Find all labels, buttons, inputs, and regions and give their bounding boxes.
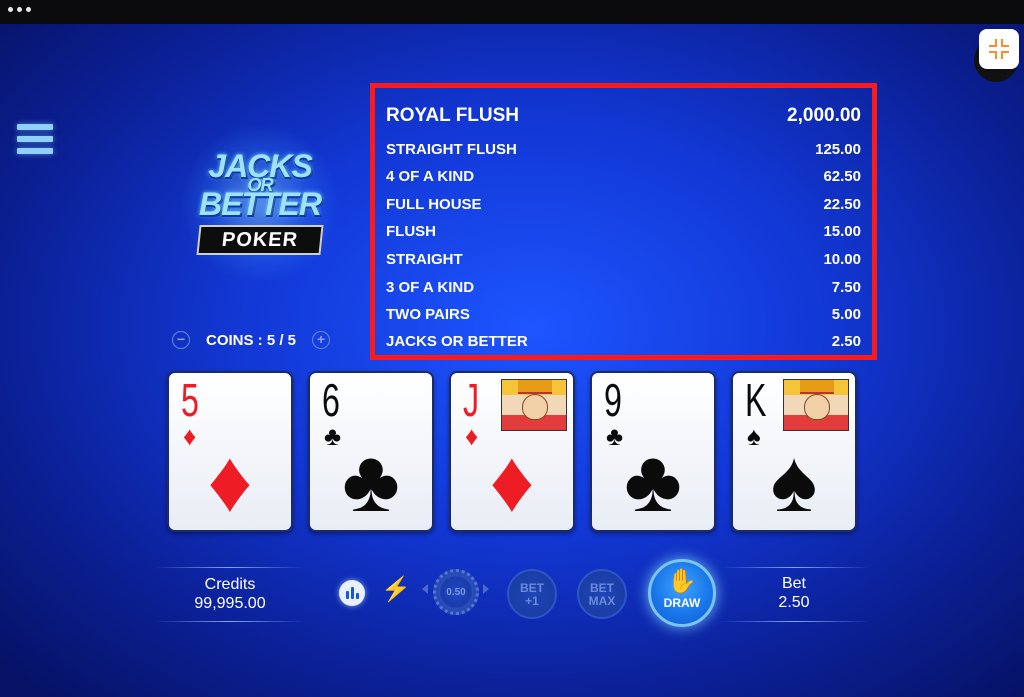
bet-max-button[interactable]: BET MAX	[577, 569, 627, 619]
three-dots-icon[interactable]	[8, 7, 31, 12]
draw-button[interactable]: ✋ DRAW	[648, 559, 716, 627]
coins-label: COINS : 5 / 5	[206, 331, 297, 349]
paytable-hand: FLUSH	[386, 222, 436, 240]
coin-value-chip[interactable]: 0.50	[433, 569, 479, 615]
paytable-payout: 5.00	[831, 305, 861, 323]
card-rank: 6	[322, 374, 340, 426]
card-rank: 5	[181, 374, 199, 426]
card-5[interactable]: K ♠ ♠	[731, 371, 857, 532]
club-icon: ♣	[342, 431, 400, 530]
chip-increase-arrow-icon[interactable]	[483, 584, 489, 594]
bet-plus-one-button[interactable]: BET +1	[507, 569, 557, 619]
paytable-hand: FULL HOUSE	[386, 195, 482, 213]
logo-word-better: BETTER	[199, 186, 322, 222]
hand-icon: ✋	[667, 568, 697, 595]
coins-decrease-button[interactable]: −	[172, 331, 190, 349]
card-rank: J	[463, 374, 480, 426]
divider	[155, 621, 305, 622]
game-stage: 777 JACKS OR BETTER POKER − COINS : 5 / …	[0, 24, 1024, 697]
diamond-icon: ♦	[207, 431, 253, 530]
credits-value: 99,995.00	[194, 595, 266, 612]
paytable-hand: 3 OF A KIND	[386, 278, 475, 296]
fullscreen-exit-icon[interactable]	[979, 29, 1019, 69]
paytable-hand: STRAIGHT FLUSH	[386, 140, 517, 158]
bet-max-label: MAX	[588, 594, 616, 608]
card-rank: 9	[604, 374, 622, 426]
credits-display: Credits 99,995.00	[180, 576, 280, 614]
paytable-hand: ROYAL FLUSH	[386, 105, 520, 126]
spade-icon: ♠	[770, 431, 818, 530]
paytable-payout: 10.00	[823, 250, 861, 268]
paytable-row: TWO PAIRS 5.00	[386, 303, 861, 325]
paytable-payout: 62.50	[823, 167, 861, 185]
paytable-row: STRAIGHT FLUSH 125.00	[386, 138, 861, 160]
bet-label: Bet	[781, 575, 806, 592]
paytable-payout: 125.00	[815, 140, 861, 158]
paytable-payout: 22.50	[823, 195, 861, 213]
divider	[155, 567, 305, 568]
bet-display: Bet 2.50	[744, 575, 844, 613]
paytable-row: FLUSH 15.00	[386, 220, 861, 242]
paytable-hand: STRAIGHT	[386, 250, 463, 268]
hamburger-icon[interactable]	[17, 124, 53, 158]
bet-value: 2.50	[778, 594, 810, 611]
paytable-hand: JACKS OR BETTER	[386, 332, 528, 350]
card-3[interactable]: J ♦ ♦	[449, 371, 575, 532]
card-hand: 5 ♦ ♦ 6 ♣ ♣ J ♦ ♦ 9 ♣ ♣ K ♠ ♠	[167, 371, 862, 534]
card-2[interactable]: 6 ♣ ♣	[308, 371, 434, 532]
game-logo: JACKS OR BETTER POKER	[180, 124, 340, 284]
divider	[720, 567, 870, 568]
paytable-payout: 7.50	[831, 278, 861, 296]
paytable-hand: 4 OF A KIND	[386, 167, 475, 185]
paytable-row: JACKS OR BETTER 2.50	[386, 330, 861, 352]
paytable-payout: 2,000.00	[787, 105, 861, 126]
coins-increase-button[interactable]: +	[312, 331, 331, 349]
paytable-row: FULL HOUSE 22.50	[386, 193, 861, 215]
coins-selector: − COINS : 5 / 5 +	[172, 330, 342, 350]
paytable-row: ROYAL FLUSH 2,000.00	[386, 105, 861, 127]
paytable-row: 3 OF A KIND 7.50	[386, 276, 861, 298]
club-icon: ♣	[624, 431, 682, 530]
credits-label: Credits	[204, 576, 256, 593]
paytable-hand: TWO PAIRS	[386, 305, 470, 323]
paytable-row: 4 OF A KIND 62.50	[386, 165, 861, 187]
paytable-row: STRAIGHT 10.00	[386, 248, 861, 270]
divider	[720, 621, 870, 622]
king-portrait-icon	[783, 379, 849, 431]
chip-value: 0.50	[446, 586, 466, 598]
bar-chart-icon[interactable]	[339, 580, 365, 606]
paytable-payout: 15.00	[823, 222, 861, 240]
card-4[interactable]: 9 ♣ ♣	[590, 371, 716, 532]
draw-label: DRAW	[663, 596, 701, 610]
jack-portrait-icon	[501, 379, 567, 431]
lightning-bolt-icon[interactable]: ⚡	[381, 575, 411, 605]
card-rank: K	[745, 374, 767, 426]
logo-word-poker: POKER	[196, 225, 324, 255]
window-top-bar	[0, 0, 1024, 24]
chip-decrease-arrow-icon[interactable]	[422, 584, 428, 594]
card-1[interactable]: 5 ♦ ♦	[167, 371, 293, 532]
diamond-icon: ♦	[489, 431, 535, 530]
bet-plus-one-label: +1	[525, 594, 539, 608]
paytable: ROYAL FLUSH 2,000.00 STRAIGHT FLUSH 125.…	[370, 83, 877, 360]
paytable-payout: 2.50	[831, 332, 861, 350]
